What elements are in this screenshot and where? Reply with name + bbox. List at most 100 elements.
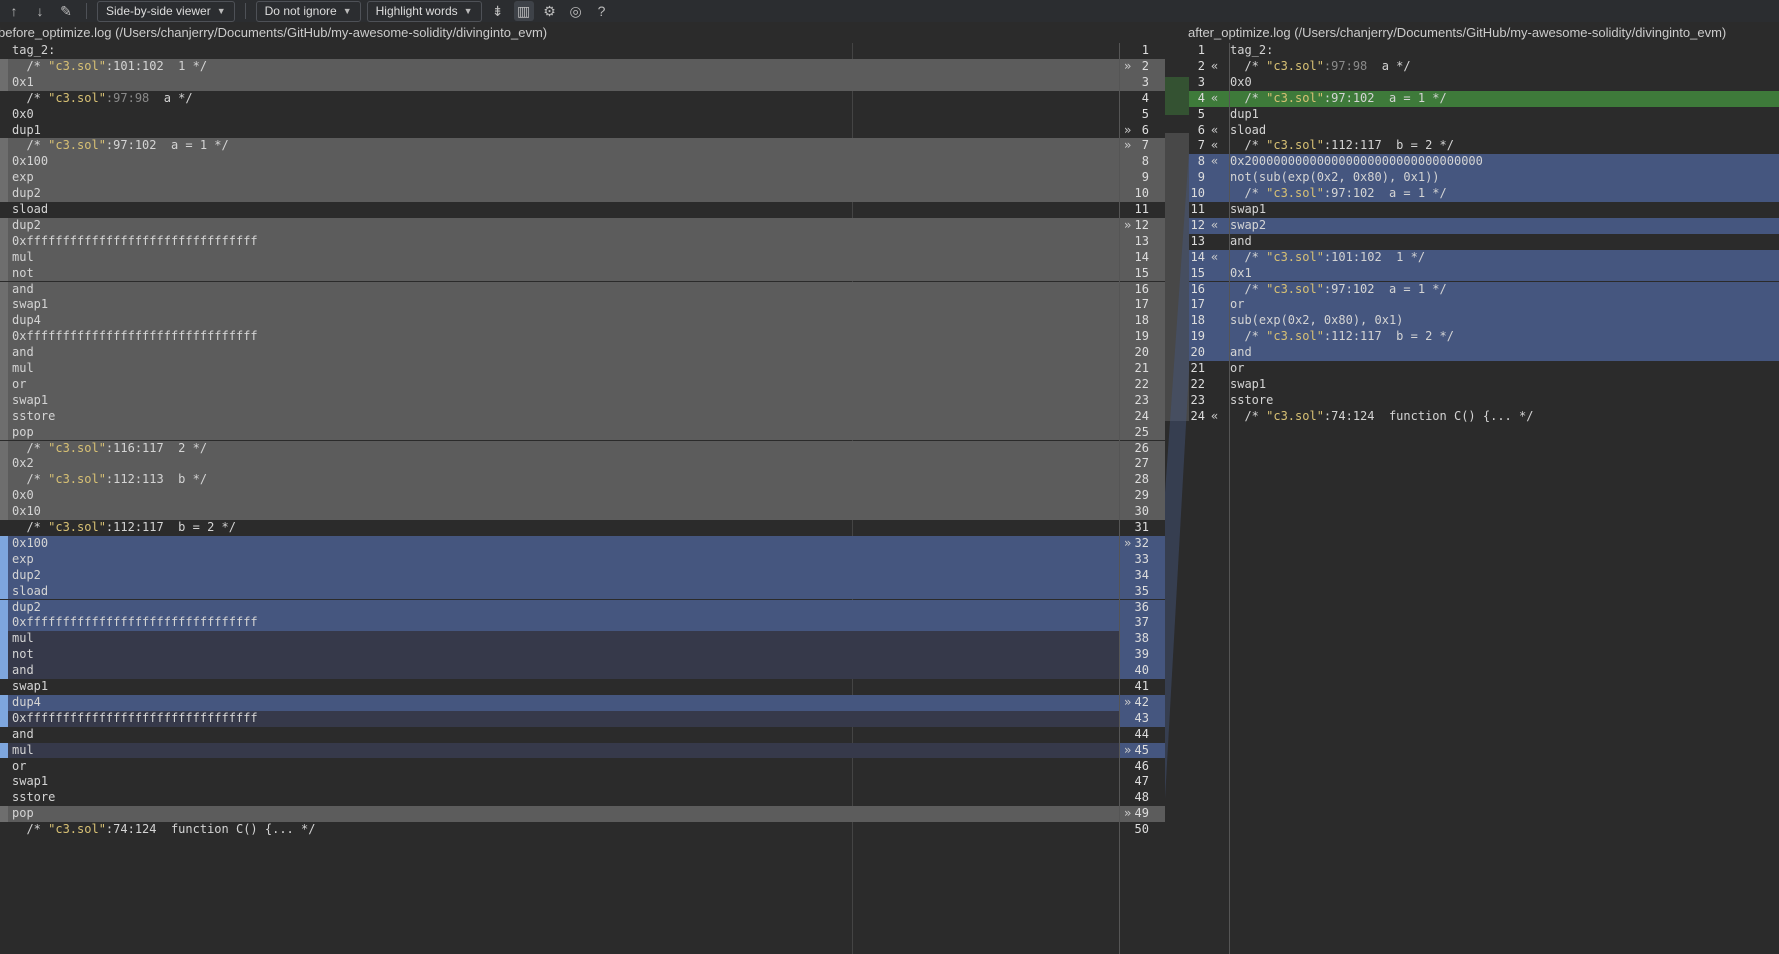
code-line[interactable]: mul [0, 249, 1119, 266]
apply-right-arrow-icon[interactable]: » [1124, 218, 1131, 234]
code-line[interactable]: /* "c3.sol":97:98 a */ [1230, 59, 1779, 75]
code-line[interactable]: swap1 [0, 392, 1119, 409]
code-line[interactable]: dup2 [0, 217, 1119, 234]
highlight-dropdown[interactable]: Highlight words ▼ [366, 0, 482, 22]
code-line[interactable]: not [0, 647, 1119, 664]
apply-left-arrow-icon[interactable]: « [1211, 154, 1218, 170]
collapse-unchanged-icon[interactable]: ⇟ [488, 1, 508, 21]
ignore-dropdown[interactable]: Do not ignore ▼ [255, 0, 361, 22]
code-line[interactable]: or [0, 376, 1119, 393]
sync-scroll-icon[interactable]: ▥ [513, 1, 534, 21]
code-line[interactable]: dup4 [0, 313, 1119, 330]
code-line[interactable]: swap2 [1230, 217, 1779, 234]
code-line[interactable]: sstore [1230, 393, 1779, 409]
code-line[interactable]: /* "c3.sol":97:102 a = 1 */ [0, 138, 1119, 155]
code-line[interactable]: or [1230, 297, 1779, 314]
code-line[interactable]: sload [1230, 123, 1779, 139]
code-line[interactable]: dup1 [1230, 107, 1779, 123]
code-line[interactable]: and [0, 345, 1119, 361]
code-line[interactable]: swap1 [1230, 202, 1779, 218]
code-line[interactable]: dup4 [0, 694, 1119, 711]
code-line[interactable]: mul [0, 631, 1119, 648]
code-line[interactable]: pop [0, 424, 1119, 441]
code-line[interactable]: sstore [0, 408, 1119, 425]
code-line[interactable]: tag_2: [1230, 43, 1779, 59]
code-line[interactable]: /* "c3.sol":112:117 b = 2 */ [1230, 138, 1779, 154]
code-line[interactable]: swap1 [1230, 377, 1779, 393]
code-line[interactable]: dup1 [0, 123, 1119, 139]
code-line[interactable]: 0x0 [0, 107, 1119, 123]
help-icon[interactable]: ? [592, 1, 612, 21]
apply-left-arrow-icon[interactable]: « [1211, 409, 1218, 425]
apply-left-arrow-icon[interactable]: « [1211, 123, 1218, 139]
code-line[interactable]: 0x0 [1230, 75, 1779, 91]
code-line[interactable]: /* "c3.sol":112:117 b = 2 */ [0, 520, 1119, 536]
code-line[interactable]: swap1 [0, 774, 1119, 790]
apply-right-arrow-icon[interactable]: » [1124, 123, 1131, 139]
code-line[interactable]: /* "c3.sol":97:98 a */ [0, 91, 1119, 107]
code-line[interactable]: swap1 [0, 679, 1119, 695]
code-line[interactable]: 0x0 [0, 488, 1119, 505]
code-line[interactable]: 0xffffffffffffffffffffffffffffffff [0, 710, 1119, 727]
apply-right-arrow-icon[interactable]: » [1124, 138, 1131, 154]
code-line[interactable]: /* "c3.sol":101:102 1 */ [1230, 249, 1779, 266]
code-line[interactable]: tag_2: [0, 43, 1119, 59]
prev-diff-icon[interactable]: ↑ [4, 1, 24, 21]
code-line[interactable]: sload [0, 202, 1119, 218]
next-diff-icon[interactable]: ↓ [30, 1, 50, 21]
code-line[interactable]: /* "c3.sol":97:102 a = 1 */ [1230, 90, 1779, 107]
code-line[interactable]: /* "c3.sol":116:117 2 */ [0, 440, 1119, 457]
code-line[interactable]: dup2 [0, 567, 1119, 584]
code-line[interactable]: 0xffffffffffffffffffffffffffffffff [0, 233, 1119, 250]
apply-right-arrow-icon[interactable]: » [1124, 59, 1131, 75]
code-line[interactable]: and [0, 663, 1119, 679]
code-line[interactable]: dup2 [0, 186, 1119, 202]
code-line[interactable]: sload [0, 583, 1119, 600]
code-line[interactable]: 0x2 [0, 456, 1119, 473]
code-line[interactable]: 0xffffffffffffffffffffffffffffffff [0, 329, 1119, 346]
code-line[interactable]: mul [0, 742, 1119, 759]
code-line[interactable]: 0x10 [0, 504, 1119, 520]
code-line[interactable]: /* "c3.sol":97:102 a = 1 */ [1230, 281, 1779, 298]
apply-right-arrow-icon[interactable]: » [1124, 695, 1131, 711]
code-line[interactable]: dup2 [0, 599, 1119, 616]
code-line[interactable]: exp [0, 170, 1119, 187]
code-line[interactable]: sstore [0, 790, 1119, 806]
apply-right-arrow-icon[interactable]: » [1124, 536, 1131, 552]
code-line[interactable]: 0x100 [0, 154, 1119, 171]
apply-right-arrow-icon[interactable]: » [1124, 743, 1131, 759]
code-line[interactable]: and [1230, 345, 1779, 361]
code-line[interactable]: /* "c3.sol":97:102 a = 1 */ [1230, 186, 1779, 202]
apply-left-arrow-icon[interactable]: « [1211, 218, 1218, 234]
viewer-dropdown[interactable]: Side-by-side viewer ▼ [97, 0, 235, 22]
left-editor-pane[interactable]: tag_2: /* "c3.sol":101:102 1 */0x1 /* "c… [0, 43, 1119, 954]
code-line[interactable]: exp [0, 551, 1119, 568]
code-line[interactable]: and [1230, 234, 1779, 250]
compare-icon[interactable]: ◎ [566, 1, 586, 21]
code-line[interactable]: pop [0, 806, 1119, 823]
settings-gear-icon[interactable]: ⚙ [540, 1, 560, 21]
code-line[interactable]: /* "c3.sol":74:124 function C() {... */ [0, 822, 1119, 838]
code-line[interactable]: 0x100 [0, 535, 1119, 552]
apply-left-arrow-icon[interactable]: « [1211, 59, 1218, 75]
code-line[interactable]: and [0, 281, 1119, 298]
code-line[interactable]: or [0, 759, 1119, 775]
code-line[interactable]: mul [0, 361, 1119, 377]
apply-left-arrow-icon[interactable]: « [1211, 138, 1218, 154]
code-line[interactable]: 0xffffffffffffffffffffffffffffffff [0, 615, 1119, 632]
code-line[interactable]: /* "c3.sol":112:113 b */ [0, 472, 1119, 489]
apply-left-arrow-icon[interactable]: « [1211, 91, 1218, 107]
code-line[interactable]: sub(exp(0x2, 0x80), 0x1) [1230, 313, 1779, 330]
edit-icon[interactable]: ✎ [56, 1, 76, 21]
code-line[interactable]: 0x1 [0, 74, 1119, 91]
code-line[interactable]: not [0, 265, 1119, 282]
code-line[interactable]: 0x1 [1230, 265, 1779, 282]
code-line[interactable]: swap1 [0, 297, 1119, 314]
code-line[interactable]: /* "c3.sol":101:102 1 */ [0, 58, 1119, 75]
right-editor-pane[interactable]: tag_2: /* "c3.sol":97:98 a */0x0 /* "c3.… [1230, 43, 1779, 954]
apply-left-arrow-icon[interactable]: « [1211, 250, 1218, 266]
code-line[interactable]: not(sub(exp(0x2, 0x80), 0x1)) [1230, 170, 1779, 187]
code-line[interactable]: 0x200000000000000000000000000000000 [1230, 154, 1779, 171]
code-line[interactable]: or [1230, 361, 1779, 377]
code-line[interactable]: /* "c3.sol":74:124 function C() {... */ [1230, 409, 1779, 425]
